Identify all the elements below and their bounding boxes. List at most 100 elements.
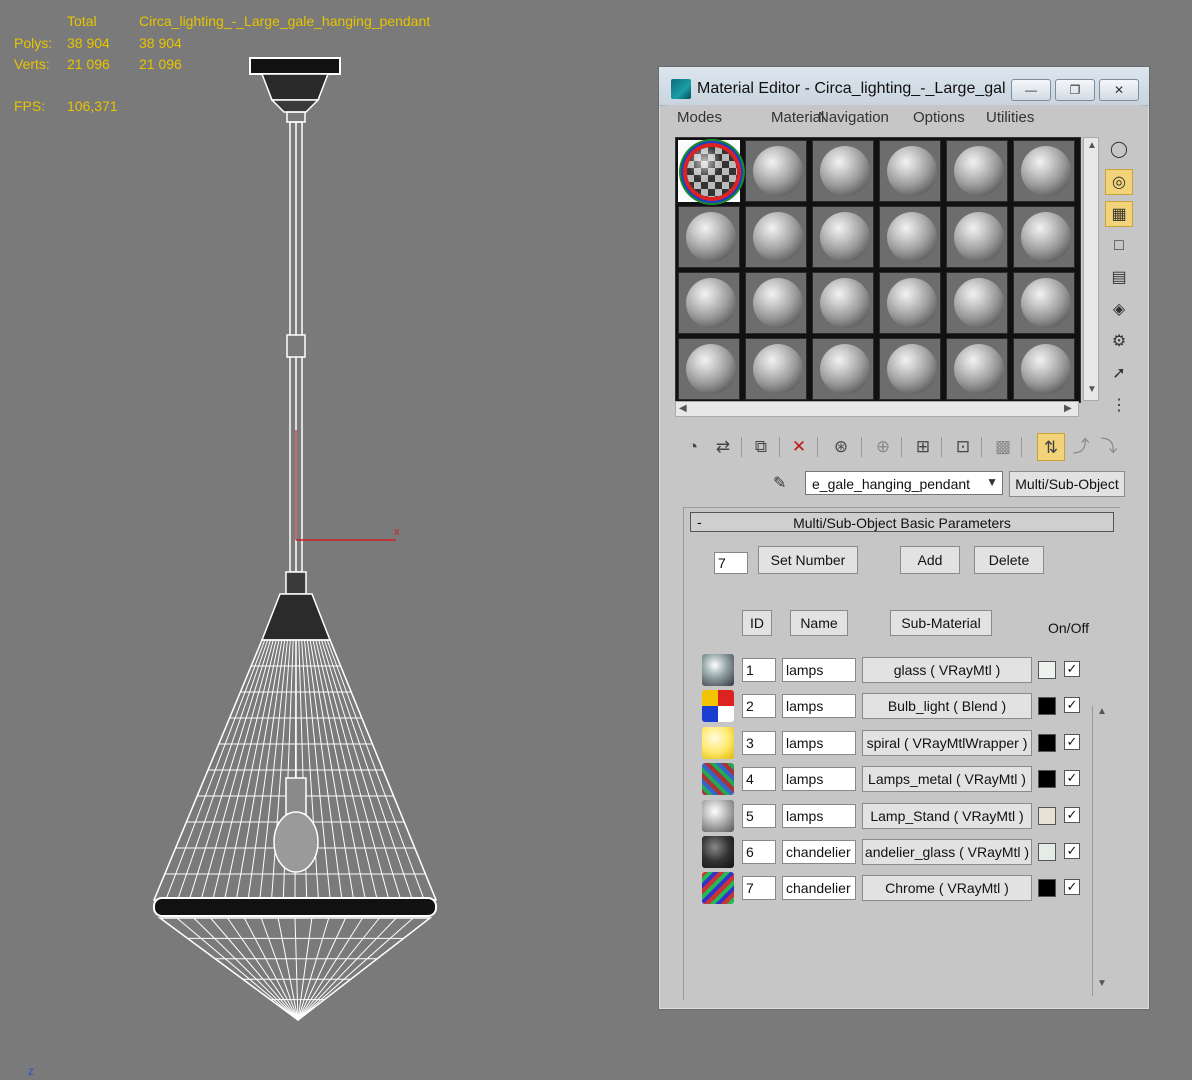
minimize-button[interactable]: —: [1011, 79, 1051, 101]
menu-material[interactable]: Material: [771, 109, 824, 126]
submaterial-thumbnail[interactable]: [702, 654, 734, 686]
submaterial-button[interactable]: Bulb_light ( Blend ): [862, 693, 1032, 720]
submaterial-color-swatch[interactable]: [1038, 697, 1056, 716]
submaterial-button[interactable]: glass ( VRayMtl ): [862, 657, 1032, 683]
slots-horizontal-scrollbar[interactable]: ◀ ▶: [675, 401, 1079, 417]
submaterial-id-field[interactable]: 3: [742, 730, 776, 755]
material-sample-slot[interactable]: [879, 338, 941, 400]
material-sample-slot[interactable]: [678, 272, 740, 334]
video-color-check-icon[interactable]: ▤: [1105, 265, 1133, 291]
column-name-sort[interactable]: Name: [790, 610, 848, 636]
scroll-down-icon[interactable]: ▼: [1087, 384, 1097, 395]
submaterial-onoff-checkbox[interactable]: ✓: [1064, 770, 1080, 787]
submaterial-id-field[interactable]: 4: [742, 767, 776, 792]
submaterial-onoff-checkbox[interactable]: ✓: [1064, 879, 1080, 896]
options-icon[interactable]: ⚙: [1105, 329, 1133, 355]
chevron-down-icon[interactable]: ▼: [986, 475, 998, 489]
material-sample-slot[interactable]: [879, 140, 941, 202]
submaterial-name-field[interactable]: lamps: [782, 730, 856, 755]
submaterial-color-swatch[interactable]: [1038, 733, 1056, 752]
submaterial-color-swatch[interactable]: [1038, 661, 1056, 679]
select-by-material-icon[interactable]: ➚: [1105, 361, 1133, 387]
submaterial-thumbnail[interactable]: [702, 872, 734, 905]
submaterial-name-field[interactable]: lamps: [782, 803, 856, 828]
submaterial-name-field[interactable]: lamps: [782, 767, 856, 792]
submaterial-id-field[interactable]: 6: [742, 840, 776, 864]
show-map-in-viewport-icon[interactable]: ▩: [989, 433, 1017, 461]
material-sample-slot[interactable]: [946, 338, 1008, 400]
viewport-wireframe[interactable]: x: [0, 0, 650, 1080]
material-name-dropdown[interactable]: e_gale_hanging_pendant ▼: [805, 471, 1003, 495]
material-sample-slot[interactable]: [812, 140, 874, 202]
submaterial-button[interactable]: Lamp_Stand ( VRayMtl ): [862, 802, 1032, 829]
material-sample-slot[interactable]: [678, 338, 740, 400]
material-sample-slot[interactable]: [745, 140, 807, 202]
submaterial-name-field[interactable]: lamps: [782, 694, 856, 719]
material-sample-slot[interactable]: [812, 272, 874, 334]
material-type-button[interactable]: Multi/Sub-Object: [1009, 471, 1125, 497]
submaterial-id-field[interactable]: 5: [742, 803, 776, 828]
material-sample-slot[interactable]: [745, 338, 807, 400]
add-button[interactable]: Add: [900, 546, 960, 574]
material-sample-slot[interactable]: [1013, 338, 1075, 400]
submaterial-onoff-checkbox[interactable]: ✓: [1064, 806, 1080, 823]
list-scroll-down-icon[interactable]: ▼: [1097, 978, 1107, 989]
material-sample-slot[interactable]: [946, 140, 1008, 202]
material-count-field[interactable]: 7: [714, 552, 748, 574]
menu-options[interactable]: Options: [913, 109, 965, 126]
submaterial-onoff-checkbox[interactable]: ✓: [1064, 697, 1080, 714]
show-end-result-icon[interactable]: ⇅: [1037, 433, 1065, 461]
material-sample-slot[interactable]: [812, 206, 874, 268]
go-forward-to-sibling-icon[interactable]: ⤵: [1095, 433, 1123, 461]
material-sample-slot[interactable]: [946, 272, 1008, 334]
material-sample-slot[interactable]: [946, 206, 1008, 268]
scroll-right-icon[interactable]: ▶: [1064, 403, 1072, 414]
rollout-header[interactable]: - Multi/Sub-Object Basic Parameters: [690, 512, 1114, 532]
menu-utilities[interactable]: Utilities: [986, 109, 1034, 126]
scroll-left-icon[interactable]: ◀: [679, 403, 687, 414]
column-submaterial-sort[interactable]: Sub-Material: [890, 610, 992, 636]
submaterial-name-field[interactable]: chandelier: [782, 876, 856, 901]
material-sample-slot[interactable]: [678, 206, 740, 268]
sample-type-icon[interactable]: ◯: [1105, 137, 1133, 163]
material-sample-slot[interactable]: [1013, 140, 1075, 202]
make-preview-icon[interactable]: ◈: [1105, 297, 1133, 323]
assign-material-icon[interactable]: ⧉: [747, 433, 775, 461]
backlight-icon[interactable]: ◎: [1105, 169, 1133, 195]
submaterial-id-field[interactable]: 1: [742, 658, 776, 682]
make-unique-icon[interactable]: ⊕: [869, 433, 897, 461]
submaterial-thumbnail[interactable]: [702, 726, 734, 759]
delete-button[interactable]: Delete: [974, 546, 1044, 574]
title-bar[interactable]: Material Editor - Circa_lighting_-_Large…: [659, 67, 1149, 106]
submaterial-id-field[interactable]: 2: [742, 694, 776, 719]
material-sample-slot[interactable]: [745, 272, 807, 334]
background-checker-icon[interactable]: ▦: [1105, 201, 1133, 227]
menu-navigation[interactable]: Navigation: [818, 109, 889, 126]
material-id-channel-icon[interactable]: ⊡: [949, 433, 977, 461]
submaterial-color-swatch[interactable]: [1038, 806, 1056, 825]
submaterial-name-field[interactable]: lamps: [782, 658, 856, 682]
submaterial-name-field[interactable]: chandelier: [782, 840, 856, 864]
submaterial-color-swatch[interactable]: [1038, 879, 1056, 898]
submaterial-onoff-checkbox[interactable]: ✓: [1064, 733, 1080, 750]
copy-material-icon[interactable]: ⊛: [827, 433, 855, 461]
list-scroll-up-icon[interactable]: ▲: [1097, 706, 1107, 717]
menu-modes[interactable]: Modes: [677, 109, 722, 126]
put-material-icon[interactable]: ⇄: [709, 433, 737, 461]
slots-vertical-scrollbar[interactable]: ▲ ▼: [1083, 137, 1099, 401]
material-sample-slot[interactable]: [678, 140, 740, 202]
put-to-library-icon[interactable]: ⊞: [909, 433, 937, 461]
submaterial-color-swatch[interactable]: [1038, 770, 1056, 789]
get-material-icon[interactable]: ◔: [679, 433, 707, 461]
go-to-parent-icon[interactable]: ⤴: [1067, 433, 1095, 461]
material-sample-slot[interactable]: [812, 338, 874, 400]
submaterial-button[interactable]: Chrome ( VRayMtl ): [862, 875, 1032, 902]
submaterial-id-field[interactable]: 7: [742, 876, 776, 901]
material-sample-slot[interactable]: [1013, 272, 1075, 334]
set-number-button[interactable]: Set Number: [758, 546, 858, 574]
scroll-up-icon[interactable]: ▲: [1087, 140, 1097, 151]
column-id-sort[interactable]: ID: [742, 610, 772, 636]
submaterial-button[interactable]: andelier_glass ( VRayMtl ): [862, 839, 1032, 865]
submaterial-thumbnail[interactable]: [702, 836, 734, 868]
material-map-navigator-icon[interactable]: ⋮: [1105, 393, 1133, 419]
